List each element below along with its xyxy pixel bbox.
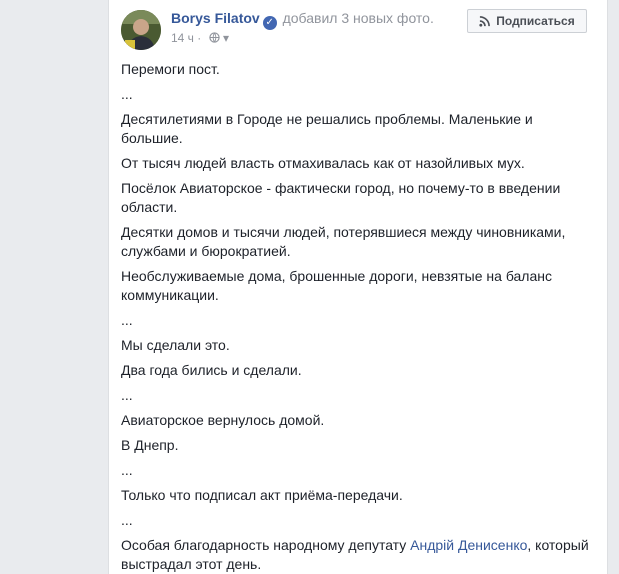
post-paragraph: ... [121, 312, 133, 328]
rss-icon [479, 15, 491, 27]
post-paragraph: ... [121, 462, 133, 478]
post-paragraph: Десятилетиями в Городе не решались пробл… [121, 111, 533, 146]
post-meta: 14 ч · ▾ [171, 31, 229, 46]
deputy-profile-link[interactable]: Андрій Денисенко [410, 537, 527, 553]
post-body: Перемоги пост. ... Десятилетиями в Город… [121, 60, 595, 574]
post-timestamp[interactable]: 14 ч [171, 31, 194, 45]
post-paragraph: От тысяч людей власть отмахивалась как о… [121, 155, 525, 171]
author-name[interactable]: Borys Filatov [171, 10, 260, 26]
post-paragraph: Перемоги пост. [121, 61, 220, 77]
post-paragraph: ... [121, 512, 133, 528]
post-paragraph: ... [121, 387, 133, 403]
globe-icon[interactable] [208, 32, 220, 46]
verified-badge-icon: ✓ [262, 16, 277, 30]
author-avatar[interactable] [121, 10, 161, 50]
post-action-text: добавил 3 новых фото. [282, 10, 434, 26]
audience-chevron-down-icon[interactable]: ▾ [223, 31, 229, 45]
post-paragraph: Десятки домов и тысячи людей, потерявшие… [121, 224, 566, 259]
post-paragraph-thanks: Особая благодарность народному депутату … [121, 536, 595, 574]
post-paragraph: Посёлок Авиаторское - фактически город, … [121, 180, 561, 215]
post-paragraph: Только что подписал акт приёма-передачи. [121, 487, 403, 503]
thanks-text: Особая благодарность народному депутату [121, 537, 411, 553]
post-paragraph: ... [121, 86, 133, 102]
subscribe-button[interactable]: Подписаться [467, 9, 587, 33]
subscribe-button-label: Подписаться [496, 14, 575, 28]
post-paragraph: Авиаторское вернулось домой. [121, 412, 325, 428]
author-line: Borys Filatov ✓ добавил 3 новых фото. [171, 10, 434, 30]
post-header: Borys Filatov ✓ добавил 3 новых фото. 14 … [109, 0, 607, 56]
post-paragraph: Два года бились и сделали. [121, 362, 302, 378]
post-paragraph: В Днепр. [121, 437, 179, 453]
post-card: Borys Filatov ✓ добавил 3 новых фото. 14 … [108, 0, 608, 574]
post-paragraph: Мы сделали это. [121, 337, 230, 353]
post-paragraph: Необслуживаемые дома, брошенные дороги, … [121, 268, 552, 303]
